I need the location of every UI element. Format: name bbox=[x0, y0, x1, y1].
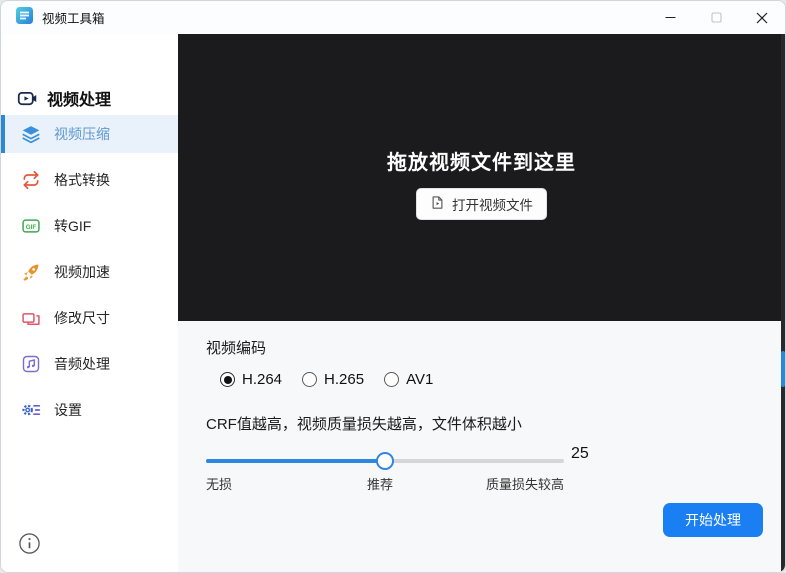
info-icon bbox=[18, 533, 41, 559]
codec-radio-av1[interactable]: AV1 bbox=[384, 371, 433, 388]
codec-radio-group: H.264 H.265 AV1 bbox=[220, 371, 433, 388]
music-note-icon bbox=[20, 354, 41, 375]
crf-slider[interactable] bbox=[206, 451, 564, 471]
window-title: 视频工具箱 bbox=[42, 12, 105, 26]
crf-slider-fill bbox=[206, 459, 385, 463]
rocket-icon bbox=[20, 262, 41, 283]
window-controls bbox=[647, 1, 785, 34]
app-logo-icon bbox=[16, 6, 33, 29]
layers-icon bbox=[20, 124, 41, 145]
sidebar-item-label: 音频处理 bbox=[54, 356, 110, 372]
convert-arrows-icon bbox=[20, 170, 41, 191]
sidebar-item-to-gif[interactable]: GIF 转GIF bbox=[1, 207, 178, 245]
maximize-icon bbox=[710, 12, 722, 23]
sidebar-item-resize[interactable]: 修改尺寸 bbox=[1, 299, 178, 337]
crf-slider-thumb[interactable] bbox=[376, 452, 394, 470]
crf-value: 25 bbox=[571, 445, 589, 462]
radio-unselected-icon bbox=[302, 372, 318, 387]
codec-radio-h265[interactable]: H.265 bbox=[302, 371, 364, 388]
slider-max-label: 质量损失较高 bbox=[485, 477, 564, 492]
sidebar-item-label: 视频加速 bbox=[54, 264, 110, 280]
sidebar-item-label: 视频压缩 bbox=[54, 126, 110, 142]
crf-slider-labels: 无损 推荐 质量损失较高 bbox=[206, 474, 564, 492]
slider-mid-label: 推荐 bbox=[366, 477, 394, 492]
svg-text:GIF: GIF bbox=[25, 224, 36, 231]
sidebar-item-audio[interactable]: 音频处理 bbox=[1, 345, 178, 383]
sidebar-item-settings[interactable]: 设置 bbox=[1, 391, 178, 429]
info-button[interactable] bbox=[18, 532, 42, 556]
sidebar-item-video-compress[interactable]: 视频压缩 bbox=[1, 115, 178, 153]
gear-sliders-icon bbox=[20, 400, 41, 421]
sidebar-item-label: 设置 bbox=[54, 402, 82, 418]
titlebar: 视频工具箱 bbox=[1, 1, 785, 34]
scrollbar-thumb[interactable] bbox=[781, 351, 785, 387]
encoding-section-label: 视频编码 bbox=[206, 340, 267, 357]
sidebar-header: 视频处理 bbox=[17, 86, 111, 110]
start-processing-button[interactable]: 开始处理 bbox=[663, 503, 763, 537]
dropzone-title: 拖放视频文件到这里 bbox=[387, 151, 576, 174]
codec-label: AV1 bbox=[406, 371, 434, 388]
main-content: 拖放视频文件到这里 打开视频文件 视频编码 H.264 H.265 AV1 CR… bbox=[178, 34, 785, 572]
sidebar-header-label: 视频处理 bbox=[47, 92, 112, 109]
close-icon bbox=[756, 12, 768, 23]
minimize-button[interactable] bbox=[647, 1, 693, 34]
sidebar-nav: 视频压缩 格式转换 GIF 转GIF 视频加速 修改尺寸 音频处理 设置 bbox=[1, 115, 178, 437]
sidebar-item-format-convert[interactable]: 格式转换 bbox=[1, 161, 178, 199]
crf-hint-text: CRF值越高，视频质量损失越高，文件体积越小 bbox=[206, 416, 522, 433]
open-video-file-label: 打开视频文件 bbox=[452, 197, 533, 213]
sidebar: 视频处理 视频压缩 格式转换 GIF 转GIF 视频加速 修改尺寸 音频处理 设… bbox=[1, 34, 178, 572]
sidebar-item-label: 转GIF bbox=[54, 218, 92, 234]
app-identity: 视频工具箱 bbox=[1, 6, 105, 29]
open-video-file-button[interactable]: 打开视频文件 bbox=[416, 187, 547, 220]
codec-radio-h264[interactable]: H.264 bbox=[220, 371, 282, 388]
video-dropzone[interactable]: 拖放视频文件到这里 打开视频文件 bbox=[178, 34, 785, 321]
vertical-scrollbar[interactable] bbox=[781, 34, 785, 571]
sidebar-item-label: 修改尺寸 bbox=[54, 310, 110, 326]
sidebar-item-video-speedup[interactable]: 视频加速 bbox=[1, 253, 178, 291]
slider-min-label: 无损 bbox=[206, 477, 233, 492]
file-play-icon bbox=[430, 195, 445, 213]
radio-selected-icon bbox=[220, 372, 235, 387]
codec-label: H.265 bbox=[324, 371, 365, 388]
radio-unselected-icon bbox=[384, 372, 400, 387]
gif-badge-icon: GIF bbox=[20, 216, 41, 237]
minimize-icon bbox=[665, 16, 675, 19]
video-camera-icon bbox=[17, 88, 38, 109]
codec-label: H.264 bbox=[242, 371, 283, 388]
resize-frames-icon bbox=[20, 308, 41, 329]
app-window: 视频工具箱 视频处理 视频压缩 格式转换 GIF 转GIF 视频加速 修改尺寸 … bbox=[0, 0, 786, 573]
close-button[interactable] bbox=[739, 1, 785, 34]
compression-settings-panel: 视频编码 H.264 H.265 AV1 CRF值越高，视频质量损失越高，文件体… bbox=[178, 321, 785, 572]
sidebar-item-label: 格式转换 bbox=[54, 172, 110, 188]
maximize-button[interactable] bbox=[693, 1, 739, 34]
